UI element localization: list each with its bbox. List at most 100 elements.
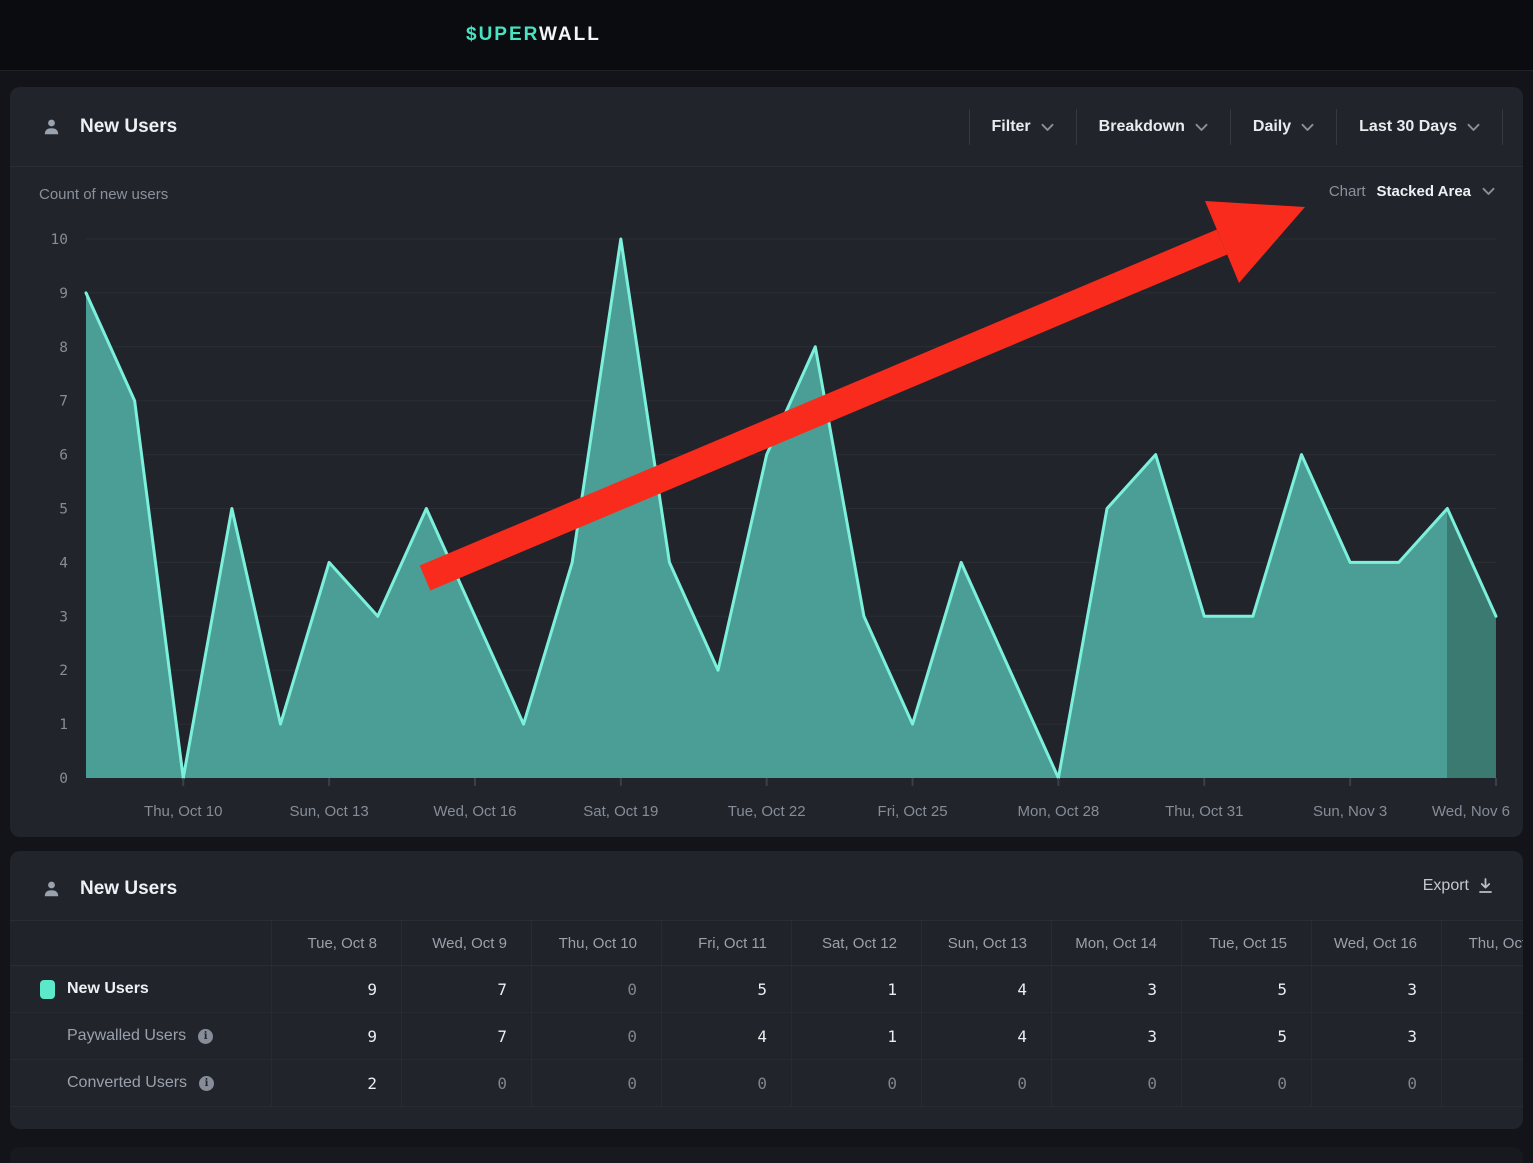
x-axis-tick-label: Wed, Nov 6 xyxy=(1432,803,1510,820)
table-row: Converted Usersi200000000 xyxy=(10,1060,1523,1107)
chevron-down-icon xyxy=(1482,187,1495,196)
superwall-logo: $UPERWALL xyxy=(466,24,601,46)
y-axis-tick-label: 10 xyxy=(51,232,68,248)
y-axis-tick-label: 1 xyxy=(59,717,68,733)
table-value-cell: 3 xyxy=(1311,966,1441,1012)
daily-label: Daily xyxy=(1253,118,1291,136)
date-range-dropdown[interactable]: Last 30 Days xyxy=(1337,109,1502,145)
table-value-cell: 5 xyxy=(1181,966,1311,1012)
table-column-header: Tue, Oct 15 xyxy=(1181,921,1311,965)
table-value-cell: 5 xyxy=(1181,1013,1311,1059)
y-axis-tick-label: 2 xyxy=(59,663,68,679)
x-axis-tick-label: Mon, Oct 28 xyxy=(1018,803,1100,820)
table-value-cell: 0 xyxy=(401,1060,531,1106)
export-button[interactable]: Export xyxy=(1423,877,1493,895)
export-label: Export xyxy=(1423,877,1469,895)
table-value-cell: 3 xyxy=(1051,966,1181,1012)
table-body: New Users970514353Paywalled Usersi970414… xyxy=(10,966,1523,1107)
filter-label: Filter xyxy=(992,118,1031,136)
row-label-cell: New Users xyxy=(10,966,271,1012)
table-value-cell: 0 xyxy=(921,1060,1051,1106)
table-value-cell: 0 xyxy=(1051,1060,1181,1106)
next-card-edge xyxy=(10,1147,1523,1163)
x-axis-tick-label: Sun, Oct 13 xyxy=(289,803,368,820)
chart-controls: Filter Breakdown Daily Last 30 Days xyxy=(969,109,1503,145)
breakdown-dropdown[interactable]: Breakdown xyxy=(1077,109,1230,145)
x-axis-tick-label: Sat, Oct 19 xyxy=(583,803,658,820)
y-axis-tick-label: 9 xyxy=(59,286,68,302)
table-column-header: Fri, Oct 11 xyxy=(661,921,791,965)
table-header-row: Tue, Oct 8Wed, Oct 9Thu, Oct 10Fri, Oct … xyxy=(10,920,1523,966)
person-icon xyxy=(42,880,61,899)
table-corner-cell xyxy=(10,921,271,965)
table-value-cell: 9 xyxy=(271,1013,401,1059)
y-axis-tick-label: 6 xyxy=(59,448,68,464)
date-range-label: Last 30 Days xyxy=(1359,118,1457,136)
table-row: Paywalled Usersi970414353 xyxy=(10,1013,1523,1060)
chevron-down-icon xyxy=(1195,123,1208,132)
data-table: Tue, Oct 8Wed, Oct 9Thu, Oct 10Fri, Oct … xyxy=(10,920,1523,1107)
table-value-cell: 1 xyxy=(791,1013,921,1059)
x-axis-tick-label: Tue, Oct 22 xyxy=(728,803,806,820)
series-color-swatch xyxy=(40,980,55,999)
chart-type-dropdown[interactable]: Chart Stacked Area xyxy=(1329,183,1495,200)
chevron-down-icon xyxy=(1467,123,1480,132)
new-users-chart-card: New Users Filter Breakdown Daily Last 30… xyxy=(10,87,1523,837)
dashboard-page: { "topbar": { "logo_accent": "$UPER", "l… xyxy=(0,0,1533,1163)
chart-type-value: Stacked Area xyxy=(1377,183,1472,200)
chevron-down-icon xyxy=(1041,123,1054,132)
y-axis-tick-label: 4 xyxy=(59,555,68,571)
stacked-area-chart: 012345678910Thu, Oct 10Sun, Oct 13Wed, O… xyxy=(10,87,1523,837)
area-current-partial-period xyxy=(1447,509,1496,779)
table-column-header: Thu, Oct 10 xyxy=(531,921,661,965)
table-column-header: Tue, Oct 8 xyxy=(271,921,401,965)
table-value-cell: 7 xyxy=(401,1013,531,1059)
y-axis-tick-label: 8 xyxy=(59,340,68,356)
table-value-cell xyxy=(1441,1060,1523,1106)
table-column-header: Sat, Oct 12 xyxy=(791,921,921,965)
table-card-title: New Users xyxy=(80,878,177,900)
x-axis-tick-label: Thu, Oct 10 xyxy=(144,803,222,820)
table-column-header: Thu, Oct 17 xyxy=(1441,921,1523,965)
table-value-cell: 5 xyxy=(661,966,791,1012)
row-label: Paywalled Users xyxy=(67,1027,186,1045)
x-axis-tick-label: Wed, Oct 16 xyxy=(433,803,516,820)
table-value-cell: 4 xyxy=(921,1013,1051,1059)
table-column-header: Wed, Oct 16 xyxy=(1311,921,1441,965)
new-users-table-card: New Users Export Tue, Oct 8Wed, Oct 9Thu… xyxy=(10,851,1523,1129)
chart-type-label: Chart xyxy=(1329,183,1366,200)
table-value-cell: 0 xyxy=(661,1060,791,1106)
download-icon xyxy=(1478,878,1493,894)
breakdown-label: Breakdown xyxy=(1099,118,1185,136)
table-value-cell: 3 xyxy=(1051,1013,1181,1059)
table-value-cell: 4 xyxy=(921,966,1051,1012)
table-value-cell: 0 xyxy=(531,1013,661,1059)
table-value-cell: 0 xyxy=(791,1060,921,1106)
top-bar: $UPERWALL xyxy=(0,0,1533,71)
chevron-down-icon xyxy=(1301,123,1314,132)
x-axis-tick-label: Sun, Nov 3 xyxy=(1313,803,1387,820)
table-value-cell: 7 xyxy=(401,966,531,1012)
row-label: Converted Users xyxy=(67,1074,187,1092)
x-axis-tick-label: Fri, Oct 25 xyxy=(878,803,948,820)
table-column-header: Wed, Oct 9 xyxy=(401,921,531,965)
logo-rest-text: WALL xyxy=(539,24,601,45)
table-value-cell: 0 xyxy=(1181,1060,1311,1106)
table-value-cell: 0 xyxy=(531,966,661,1012)
daily-granularity-dropdown[interactable]: Daily xyxy=(1231,109,1336,145)
table-value-cell: 0 xyxy=(531,1060,661,1106)
table-column-header: Mon, Oct 14 xyxy=(1051,921,1181,965)
table-value-cell xyxy=(1441,1013,1523,1059)
filter-dropdown[interactable]: Filter xyxy=(970,109,1076,145)
y-axis-tick-label: 3 xyxy=(59,609,68,625)
table-row: New Users970514353 xyxy=(10,966,1523,1013)
row-label: New Users xyxy=(67,980,149,998)
table-value-cell: 3 xyxy=(1311,1013,1441,1059)
info-icon[interactable]: i xyxy=(198,1029,213,1044)
y-axis-tick-label: 0 xyxy=(59,771,68,787)
table-value-cell: 4 xyxy=(661,1013,791,1059)
info-icon[interactable]: i xyxy=(199,1076,214,1091)
table-value-cell: 2 xyxy=(271,1060,401,1106)
table-value-cell: 9 xyxy=(271,966,401,1012)
logo-accent-text: $UPER xyxy=(466,24,539,45)
